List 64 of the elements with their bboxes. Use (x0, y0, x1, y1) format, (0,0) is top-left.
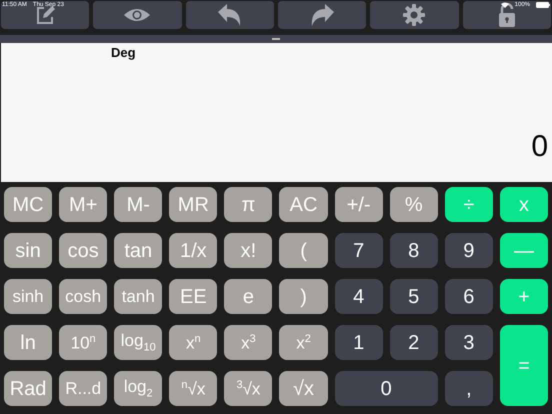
calculator-key[interactable]: $^{n}$√x (169, 371, 218, 406)
undo-icon (218, 4, 242, 26)
calculator-key[interactable]: +/- (334, 187, 383, 222)
calculator-key[interactable]: tanh (114, 279, 162, 314)
calculator-key[interactable]: 1/x (169, 233, 218, 268)
calculator-key[interactable]: tan (114, 233, 162, 268)
redo-button[interactable] (278, 1, 366, 29)
calculator-key[interactable]: x! (224, 233, 272, 268)
calculator-key[interactable]: sinh (4, 279, 52, 314)
calculator-key[interactable]: 7 (334, 233, 383, 268)
calculator-key[interactable]: , (444, 371, 493, 406)
calculator-key[interactable]: 4 (334, 279, 383, 314)
calculator-key[interactable]: sin (4, 233, 52, 268)
calculator-key[interactable]: 8 (390, 233, 438, 268)
settings-button[interactable] (370, 1, 459, 29)
calculator-key[interactable]: x$^{3}$ (224, 325, 272, 360)
calculator-key[interactable]: 3 (444, 325, 493, 360)
unlocked-padlock-icon (498, 3, 516, 27)
eye-icon (123, 8, 152, 22)
calculator-key[interactable]: ÷ (444, 187, 493, 222)
edit-button[interactable] (1, 1, 90, 29)
calculator-key[interactable]: = (500, 325, 548, 406)
calculator-key[interactable]: ln (4, 325, 52, 360)
redo-icon (310, 4, 334, 26)
calculator-key[interactable]: EE (169, 279, 218, 314)
display-value: 0 (531, 130, 548, 164)
calculator-key[interactable]: MC (4, 187, 52, 222)
calculator-key[interactable]: M- (114, 187, 162, 222)
calculator-key[interactable]: $^{3}$√x (224, 371, 272, 406)
calculator-key[interactable]: Rad (4, 371, 52, 406)
calculator-key[interactable]: π (224, 187, 272, 222)
calculator-key[interactable]: x$^{2}$ (279, 325, 328, 360)
battery-icon (536, 2, 550, 8)
calculator-key[interactable]: R...d (59, 371, 108, 406)
calculator-key[interactable]: x$^{n}$ (169, 325, 218, 360)
undo-button[interactable] (186, 1, 274, 29)
calculator-key[interactable]: ) (279, 279, 328, 314)
calculator-key[interactable]: e (224, 279, 272, 314)
calculator-key[interactable]: log$_{10}$ (114, 325, 162, 360)
drag-handle[interactable] (272, 38, 280, 40)
settings-icon (403, 4, 426, 26)
calculator-key[interactable]: ( (279, 233, 328, 268)
calculator-key[interactable]: 0 (334, 371, 438, 406)
calculator-key[interactable]: √x (279, 371, 328, 406)
calculator-key[interactable]: 9 (444, 233, 493, 268)
wifi-icon (500, 2, 509, 8)
calculator-key[interactable]: 10$^{n}$ (59, 325, 108, 360)
calculator-key[interactable]: 5 (390, 279, 438, 314)
calculator-key[interactable]: log$_{2}$ (114, 371, 162, 406)
calculator-key[interactable]: 1 (334, 325, 383, 360)
calculator-key[interactable]: 2 (390, 325, 438, 360)
calculator-key[interactable]: % (390, 187, 438, 222)
view-button[interactable] (93, 1, 182, 29)
calculator-key[interactable]: x (500, 187, 548, 222)
calculator-key[interactable]: cos (59, 233, 108, 268)
calculator-key[interactable]: 6 (444, 279, 493, 314)
calculator-key[interactable]: M+ (59, 187, 108, 222)
calculator-key[interactable]: cosh (59, 279, 108, 314)
lock-button[interactable] (462, 1, 551, 29)
angle-mode: Deg (111, 45, 136, 60)
calculator-key[interactable]: MR (169, 187, 218, 222)
calculator-key[interactable]: + (500, 279, 548, 314)
calculator-key[interactable]: AC (279, 187, 328, 222)
calculator-key[interactable]: — (500, 233, 548, 268)
